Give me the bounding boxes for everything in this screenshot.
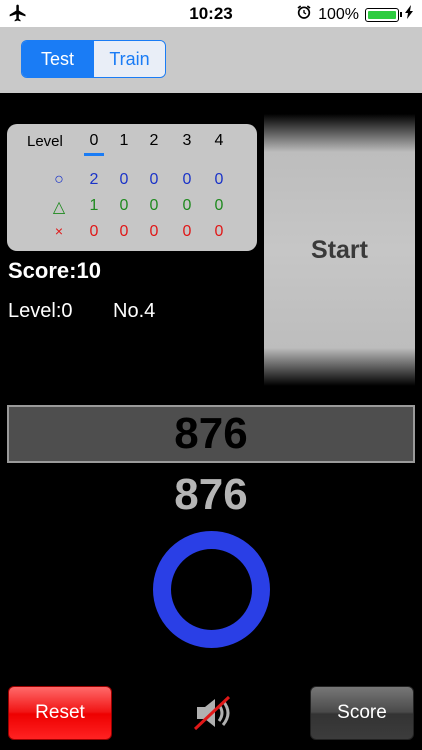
triangle-symbol-icon: △: [52, 199, 66, 216]
level-column-4[interactable]: 4: [207, 132, 231, 150]
answer-value: 876: [174, 409, 248, 458]
circle-count-level-3: 0: [182, 171, 192, 188]
score-button[interactable]: Score: [310, 686, 414, 740]
cross-count-level-2: 0: [149, 223, 159, 240]
mode-segmented-control[interactable]: Test Train: [21, 40, 166, 78]
triangle-count-level-1: 0: [119, 197, 129, 214]
answer-display: 876: [7, 405, 415, 463]
alarm-icon: [296, 4, 312, 25]
circle-count-level-0: 2: [89, 171, 99, 188]
level-column-3[interactable]: 3: [175, 132, 199, 150]
status-right: 100%: [296, 4, 414, 25]
selected-level-indicator: [84, 153, 104, 156]
speaker-muted-icon[interactable]: [191, 693, 233, 733]
triangle-count-level-0: 1: [89, 197, 99, 214]
triangle-count-level-3: 0: [182, 197, 192, 214]
toolbar: Test Train: [0, 27, 422, 93]
triangle-count-level-2: 0: [149, 197, 159, 214]
circle-count-level-4: 0: [214, 171, 224, 188]
level-header-label: Level: [27, 133, 63, 150]
score-button-label: Score: [337, 702, 387, 723]
cross-symbol-icon: ×: [54, 223, 64, 239]
level-text: Level:0: [8, 300, 73, 322]
circle-symbol-icon: ○: [54, 171, 64, 188]
circle-count-level-1: 0: [119, 171, 129, 188]
start-button-label: Start: [311, 235, 368, 264]
level-column-1[interactable]: 1: [112, 132, 136, 150]
reset-button[interactable]: Reset: [8, 686, 112, 740]
level-column-2[interactable]: 2: [142, 132, 166, 150]
battery-percent: 100%: [318, 5, 359, 23]
score-table: Level 0 1 2 3 4 ○ 2 0 0 0 0 △ 1 0 0 0 0 …: [7, 124, 257, 251]
battery-icon: [365, 7, 402, 22]
cross-count-level-4: 0: [214, 223, 224, 240]
cross-count-level-0: 0: [89, 223, 99, 240]
segment-train[interactable]: Train: [93, 41, 165, 77]
level-column-0[interactable]: 0: [82, 132, 106, 150]
charging-bolt-icon: [405, 5, 414, 24]
segment-test[interactable]: Test: [22, 41, 93, 77]
circle-ring-icon: [153, 531, 270, 648]
cross-count-level-3: 0: [182, 223, 192, 240]
prompt-number: 876: [174, 470, 248, 519]
circle-count-level-2: 0: [149, 171, 159, 188]
triangle-count-level-4: 0: [214, 197, 224, 214]
start-button[interactable]: Start: [264, 114, 415, 386]
score-text: Score:10: [8, 258, 101, 283]
reset-button-label: Reset: [35, 702, 85, 723]
cross-count-level-1: 0: [119, 223, 129, 240]
status-bar: 10:23 100%: [0, 0, 422, 27]
question-number-text: No.4: [113, 300, 156, 322]
